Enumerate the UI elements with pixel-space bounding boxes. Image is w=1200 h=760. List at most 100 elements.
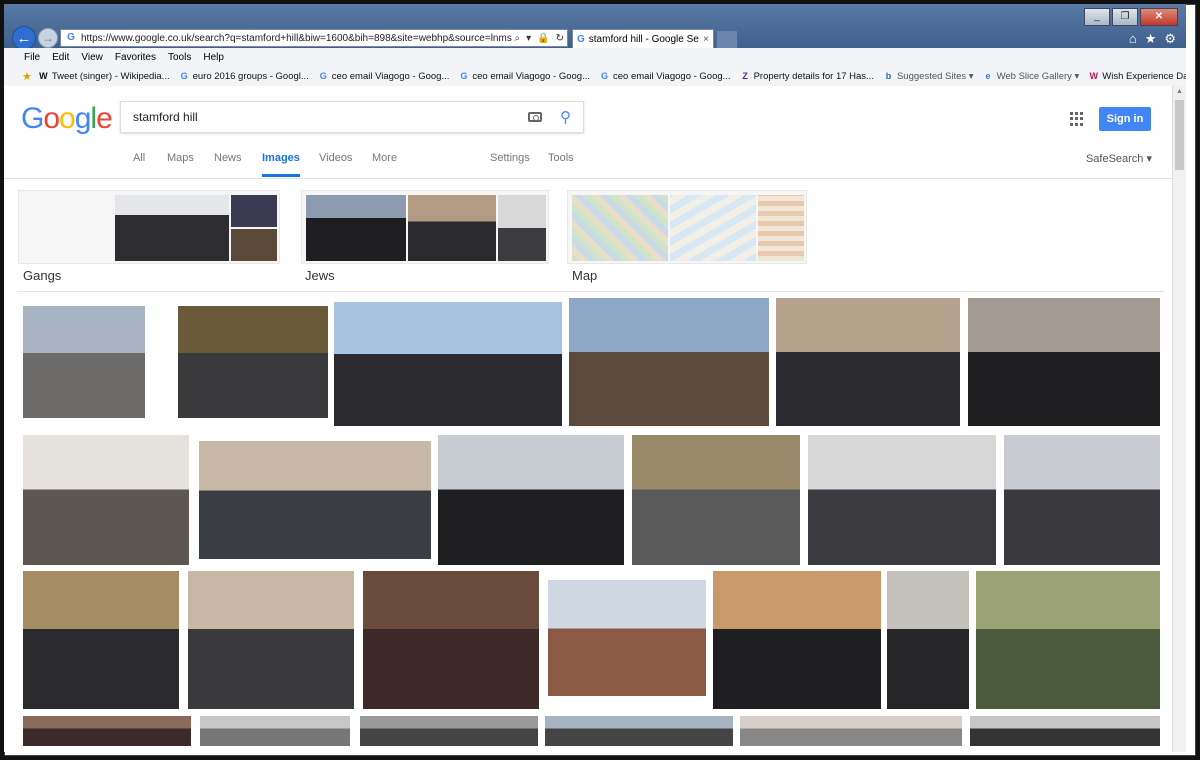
favorite-label: Wish Experience Days & G... <box>1102 70 1186 82</box>
related-label-jews[interactable]: Jews <box>305 268 335 283</box>
search-box[interactable]: stamford hill ⚲ <box>120 101 584 133</box>
image-result-thumbnail[interactable] <box>569 298 769 426</box>
favorites-star-icon[interactable]: ★ <box>1145 31 1157 47</box>
menu-edit[interactable]: Edit <box>46 52 75 63</box>
chip-thumbnail <box>498 195 546 261</box>
favorite-favicon-icon: G <box>600 70 608 81</box>
related-label-map[interactable]: Map <box>572 268 597 283</box>
tab-settings[interactable]: Settings <box>490 152 530 164</box>
forward-arrow-icon: → <box>42 31 54 45</box>
address-search-icon[interactable]: ⌕ <box>512 33 524 44</box>
image-result-thumbnail[interactable] <box>23 306 145 418</box>
title-bar: ← → G https://www.google.co.uk/search?q=… <box>4 4 1186 50</box>
image-result-thumbnail[interactable] <box>178 306 328 418</box>
image-result-thumbnail[interactable] <box>776 298 960 426</box>
search-input[interactable]: stamford hill <box>133 110 528 124</box>
close-window-button[interactable]: ✕ <box>1140 8 1178 26</box>
image-result-thumbnail[interactable] <box>188 571 354 709</box>
address-dropdown-icon[interactable]: ▾ <box>523 33 534 44</box>
image-result-thumbnail[interactable] <box>200 716 350 746</box>
favorite-link[interactable]: e Web Slice Gallery ▾ <box>983 71 1080 82</box>
home-icon[interactable]: ⌂ <box>1129 31 1137 47</box>
image-result-thumbnail[interactable] <box>363 571 539 709</box>
back-arrow-icon: ← <box>16 29 32 47</box>
image-result-thumbnail[interactable] <box>968 298 1160 426</box>
tab-images[interactable]: Images <box>262 152 300 177</box>
favorite-link[interactable]: W Tweet (singer) - Wikipedia... <box>38 70 170 82</box>
favorite-link[interactable]: b Suggested Sites ▾ <box>883 71 974 82</box>
menu-help[interactable]: Help <box>197 52 230 63</box>
favorite-favicon-icon: G <box>180 70 188 81</box>
image-result-thumbnail[interactable] <box>632 435 800 565</box>
tab-more[interactable]: More <box>372 152 397 164</box>
favorites-list: W Tweet (singer) - Wikipedia... Geuro 2016… <box>38 71 1186 82</box>
url-text[interactable]: https://www.google.co.uk/search?q=stamfo… <box>81 33 512 44</box>
related-label-gangs[interactable]: Gangs <box>23 268 61 283</box>
address-bar[interactable]: G https://www.google.co.uk/search?q=stam… <box>60 29 568 47</box>
image-result-thumbnail[interactable] <box>976 571 1160 709</box>
favorite-link[interactable]: Gceo email Viagogo - Goog... <box>318 71 450 82</box>
image-result-thumbnail[interactable] <box>808 435 996 565</box>
favorite-link[interactable]: WWish Experience Days & G... <box>1088 71 1186 82</box>
related-chip-gangs[interactable] <box>18 190 280 264</box>
browser-window: ← → G https://www.google.co.uk/search?q=… <box>4 4 1186 752</box>
browser-tab-active[interactable]: G stamford hill - Google Search × <box>572 29 714 48</box>
divider <box>18 291 1164 292</box>
favorite-label: Suggested Sites ▾ <box>896 70 974 82</box>
image-result-thumbnail[interactable] <box>1004 435 1160 565</box>
chip-thumbnail <box>758 195 804 261</box>
restore-button[interactable]: ❐ <box>1112 8 1138 26</box>
tab-news[interactable]: News <box>214 152 242 164</box>
apps-grid-icon[interactable] <box>1070 112 1084 126</box>
favorite-link[interactable]: Z Property details for 17 Has... <box>740 71 874 82</box>
back-button[interactable]: ← <box>12 26 36 50</box>
image-result-thumbnail[interactable] <box>199 441 431 559</box>
image-result-thumbnail[interactable] <box>23 435 189 565</box>
image-result-thumbnail[interactable] <box>970 716 1160 746</box>
favorites-bar: ★ W Tweet (singer) - Wikipedia... Geuro 20… <box>4 66 1186 87</box>
tab-tools[interactable]: Tools <box>548 152 574 164</box>
favorite-link[interactable]: Gceo email Viagogo - Goog... <box>599 71 731 82</box>
related-chip-jews[interactable] <box>301 190 549 264</box>
scrollbar-thumb[interactable] <box>1175 100 1184 170</box>
related-chip-map[interactable] <box>567 190 807 264</box>
favorite-link[interactable]: Geuro 2016 groups - Googl... <box>179 71 309 82</box>
scroll-up-arrow-icon[interactable]: ▲ <box>1176 88 1183 95</box>
search-icon[interactable]: ⚲ <box>560 108 571 126</box>
image-result-thumbnail[interactable] <box>23 571 179 709</box>
menu-tools[interactable]: Tools <box>162 52 197 63</box>
favorite-link[interactable]: Gceo email Viagogo - Goog... <box>458 71 590 82</box>
refresh-icon[interactable]: ↻ <box>553 33 567 44</box>
image-result-thumbnail[interactable] <box>887 571 969 709</box>
minimize-button[interactable]: _ <box>1084 8 1110 26</box>
sign-in-button[interactable]: Sign in <box>1099 107 1151 131</box>
forward-button[interactable]: → <box>38 28 58 48</box>
tools-gear-icon[interactable]: ⚙ <box>1164 31 1176 47</box>
chip-thumbnail <box>670 195 756 261</box>
favorite-label: Tweet (singer) - Wikipedia... <box>51 70 170 82</box>
image-result-thumbnail[interactable] <box>438 435 624 565</box>
image-result-thumbnail[interactable] <box>23 716 191 746</box>
menu-view[interactable]: View <box>75 52 109 63</box>
tab-all[interactable]: All <box>133 152 145 164</box>
menu-favorites[interactable]: Favorites <box>109 52 162 63</box>
favorite-favicon-icon: e <box>985 70 991 81</box>
image-result-thumbnail[interactable] <box>548 580 706 696</box>
add-favorite-star-icon[interactable]: ★ <box>22 70 32 83</box>
tab-maps[interactable]: Maps <box>167 152 194 164</box>
tab-videos[interactable]: Videos <box>319 152 352 164</box>
lock-icon[interactable]: 🔒 <box>534 33 552 44</box>
safesearch-toggle[interactable]: SafeSearch ▾ <box>1086 152 1152 165</box>
new-tab-button[interactable] <box>716 30 738 49</box>
camera-search-icon[interactable] <box>528 112 542 122</box>
image-result-thumbnail[interactable] <box>334 302 562 426</box>
favorite-label: ceo email Viagogo - Goog... <box>612 70 731 82</box>
google-logo[interactable]: Google <box>21 102 113 136</box>
image-result-thumbnail[interactable] <box>713 571 881 709</box>
menu-file[interactable]: File <box>4 52 46 63</box>
vertical-scrollbar[interactable]: ▲ <box>1172 86 1186 752</box>
image-result-thumbnail[interactable] <box>360 716 538 746</box>
image-result-thumbnail[interactable] <box>740 716 962 746</box>
tab-close-icon[interactable]: × <box>699 34 713 45</box>
image-result-thumbnail[interactable] <box>545 716 733 746</box>
